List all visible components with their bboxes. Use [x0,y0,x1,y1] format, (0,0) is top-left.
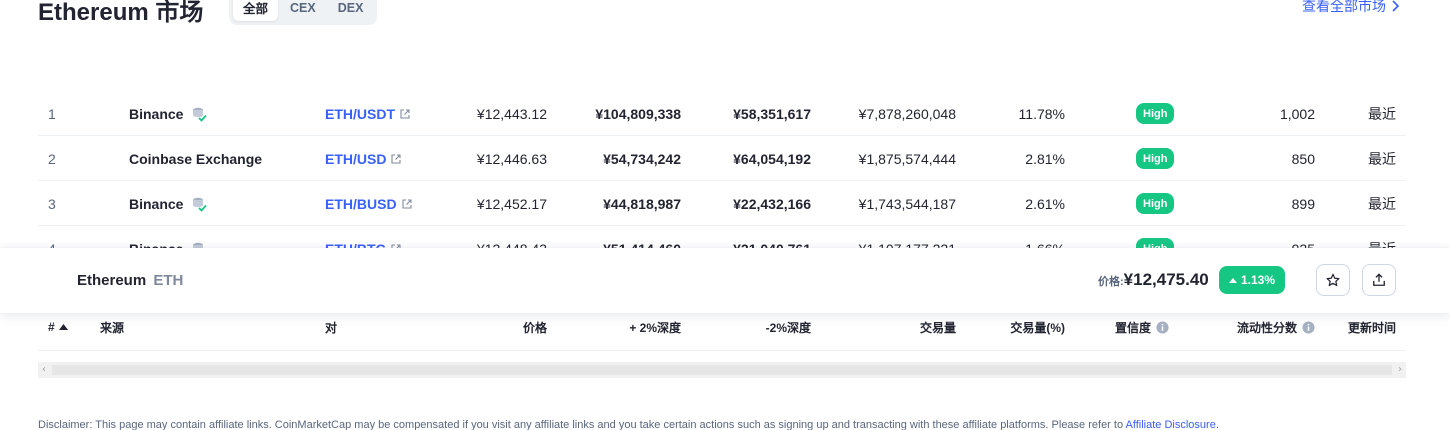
depth-minus-cell: ¥22,432,166 [733,195,811,212]
filter-dex-button[interactable]: DEX [328,0,374,21]
pair-label: ETH/BUSD [325,195,397,212]
updated-header: 更新时间 [1347,320,1396,335]
liquidity-cell: 899 [1291,195,1315,212]
external-link-icon [391,153,402,164]
volume-header: 交易量 [919,320,956,335]
price-change-value: 1.13% [1241,273,1276,287]
price-label: 价格: [1098,276,1124,288]
depth-plus-cell: ¥54,734,242 [603,150,681,167]
market-type-filter: 全部 CEX DEX [229,0,378,25]
depth-minus-cell: ¥58,351,617 [733,105,811,122]
scrollbar-thumb[interactable] [52,365,1392,375]
rank-header: # [48,320,55,334]
confidence-badge: High [1136,148,1175,169]
caret-up-icon [1229,278,1237,283]
info-icon[interactable] [1297,320,1315,334]
price-value: ¥12,475.40 [1123,270,1209,289]
price-cell: ¥12,443.12 [476,105,547,122]
liquidity-cell: 1,002 [1279,105,1315,122]
disclaimer: Disclaimer: This page may contain affili… [38,419,1219,430]
updated-cell: 最近 [1368,150,1396,167]
pair-link[interactable]: ETH/BUSD [325,181,412,226]
sort-up-icon [58,324,68,330]
table-row[interactable]: 2 Coinbase Exchange ETH/USD ¥12,446.63 ¥… [38,136,1406,181]
table-row[interactable]: 1 Binance ETH/USDT ¥12,443.12 ¥104,809,3… [38,91,1406,136]
price-cell: ¥12,446.63 [476,150,547,167]
sticky-coin-header: Ethereum ETH 价格: ¥12,475.40 1.13% [0,248,1450,313]
exchange-name: Binance [129,105,184,122]
updated-cell: 最近 [1368,105,1396,122]
depth-plus-cell: ¥44,818,987 [603,195,681,212]
watchlist-star-button[interactable] [1316,264,1350,296]
disclaimer-text: Disclaimer: This page may contain affili… [38,419,1126,430]
volume-pct-cell: 2.81% [1025,150,1065,167]
pair-link[interactable]: ETH/USD [325,136,402,181]
liquidity-header: 流动性分数 [1237,313,1315,341]
confidence-header-label: 置信度 [1114,320,1151,335]
horizontal-scrollbar[interactable]: ‹ › [38,362,1406,378]
pair-label: ETH/USDT [325,105,395,122]
exchange-name: Coinbase Exchange [129,150,263,167]
confidence-cell: High [1136,181,1175,226]
volume-pct-header: 交易量(%) [1010,320,1065,335]
view-all-markets-label: 查看全部市场 [1302,0,1386,14]
verified-coin-icon [191,106,208,122]
confidence-header: 置信度 [1115,313,1169,341]
coin-name: Ethereum ETH [77,272,183,289]
sort-by-rank[interactable]: # [48,313,68,341]
table-header: # 来源 对 价格 + 2%深度 -2%深度 交易量 交易量(%) 置信度 流动… [38,313,1406,351]
disclaimer-end: . [1215,419,1219,430]
filter-all-button[interactable]: 全部 [233,0,279,21]
external-link-icon [400,108,410,119]
coin-name-label: Ethereum [77,272,147,289]
star-icon [1326,273,1340,287]
exchange-cell[interactable]: Coinbase Exchange [129,136,262,181]
price-cell: ¥12,452.17 [476,195,547,212]
rank-cell: 1 [48,105,56,122]
external-link-icon [402,198,412,209]
page-title: Ethereum 市场 [38,0,204,26]
confidence-cell: High [1136,91,1175,136]
markets-table: 1 Binance ETH/USDT ¥12,443.12 ¥104,809,3… [38,91,1406,251]
price-display: 价格: ¥12,475.40 [1098,270,1209,290]
liquidity-cell: 850 [1291,150,1315,167]
exchange-name: Binance [129,195,184,212]
liquidity-header-label: 流动性分数 [1236,320,1297,335]
rank-cell: 2 [48,150,56,167]
price-change-badge: 1.13% [1219,266,1286,294]
scroll-right-arrow[interactable]: › [1398,364,1402,375]
confidence-cell: High [1136,136,1175,181]
filter-cex-button[interactable]: CEX [280,0,326,21]
exchange-cell[interactable]: Binance [129,91,208,136]
affiliate-disclosure-link[interactable]: Affiliate Disclosure [1126,419,1216,430]
volume-cell: ¥1,743,544,187 [858,195,956,212]
table-row[interactable]: 3 Binance ETH/BUSD ¥12,452.17 ¥44,818,98… [38,181,1406,226]
updated-cell: 最近 [1368,195,1396,212]
share-icon [1373,273,1385,286]
volume-cell: ¥7,878,260,048 [858,105,956,122]
depth-minus-header: -2%深度 [765,320,811,335]
pair-header: 对 [325,320,338,335]
depth-plus-cell: ¥104,809,338 [595,105,681,122]
confidence-badge: High [1136,103,1175,124]
pair-link[interactable]: ETH/USDT [325,91,410,136]
coin-symbol: ETH [153,272,184,289]
exchange-cell[interactable]: Binance [129,181,208,226]
rank-cell: 3 [48,195,56,212]
depth-plus-header: + 2%深度 [629,320,681,335]
chevron-right-icon [1392,0,1400,12]
scroll-left-arrow[interactable]: ‹ [42,364,46,375]
volume-pct-cell: 2.61% [1025,195,1065,212]
depth-minus-cell: ¥64,054,192 [733,150,811,167]
confidence-badge: High [1136,193,1175,214]
pair-label: ETH/USD [325,150,387,167]
share-button[interactable] [1362,264,1396,296]
verified-coin-icon [191,196,208,212]
source-header: 来源 [100,320,125,335]
volume-pct-cell: 11.78% [1018,105,1065,122]
view-all-markets-link[interactable]: 查看全部市场 [1302,0,1400,16]
volume-cell: ¥1,875,574,444 [858,150,956,167]
info-icon[interactable] [1151,320,1169,334]
price-header: 价格 [522,320,547,335]
